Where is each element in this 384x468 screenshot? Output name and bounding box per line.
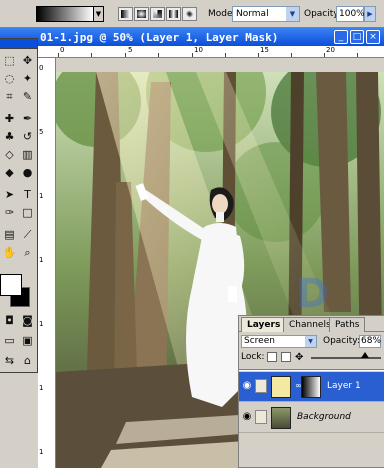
hand-icon[interactable]: ✋ xyxy=(2,245,17,260)
mode-value: Normal xyxy=(236,9,269,19)
layer-link-icon[interactable] xyxy=(255,410,267,424)
history-brush-icon[interactable]: ↺ xyxy=(20,129,35,144)
minimize-button[interactable]: _ xyxy=(334,30,348,44)
magic-wand-icon[interactable]: ✦ xyxy=(20,71,35,86)
ruler-left: 0 5 1 1 1 1 1 xyxy=(38,58,56,468)
lock-row: Lock: ✥ xyxy=(241,352,383,366)
blend-mode-select[interactable]: Screen ▼ xyxy=(241,335,317,348)
slice-icon[interactable]: ✎ xyxy=(20,89,35,104)
eye-icon[interactable]: ◉ xyxy=(241,411,253,423)
lasso-icon[interactable]: ◌ xyxy=(2,71,17,86)
ruler-tick: 20 xyxy=(326,46,335,54)
document-title: 01-1.jpg @ 50% (Layer 1, Layer Mask) xyxy=(40,31,279,44)
toolbox-header xyxy=(0,39,37,49)
layer-name: Layer 1 xyxy=(327,381,361,391)
eraser-icon[interactable]: ◇ xyxy=(2,147,17,162)
rectangle-icon[interactable]: □ xyxy=(20,205,35,220)
standard-mode-icon[interactable]: ◘ xyxy=(2,313,17,328)
ruler-tick: 15 xyxy=(260,46,269,54)
layers-panel: Layers Channels Paths Screen ▼ Opacity: 6… xyxy=(238,315,384,468)
blend-mode-value: Screen xyxy=(244,336,275,346)
mode-select[interactable]: Normal ▼ xyxy=(232,6,300,22)
panel-tabs: Layers Channels Paths xyxy=(239,316,384,332)
full-screen-icon[interactable]: ▣ xyxy=(20,333,35,348)
chevron-down-icon[interactable]: ▼ xyxy=(94,6,104,22)
linear-gradient-button[interactable] xyxy=(118,7,133,21)
move-icon[interactable]: ✥ xyxy=(20,53,35,68)
document-title-bar[interactable]: 01-1.jpg @ 50% (Layer 1, Layer Mask) xyxy=(0,28,384,46)
marquee-icon[interactable]: ⬚ xyxy=(2,53,17,68)
ruler-tick: 5 xyxy=(39,128,44,136)
eye-icon[interactable]: ◉ xyxy=(241,380,253,392)
options-bar: ▼ Mode: Normal ▼ Opacity: 100% ▶ xyxy=(0,0,384,28)
layer-thumbnail xyxy=(271,407,291,429)
zoom-icon[interactable]: ⌕ xyxy=(20,245,35,260)
eyedropper-icon[interactable]: ⟋ xyxy=(20,227,35,242)
pen-icon[interactable]: ✑ xyxy=(2,205,17,220)
layer-opacity-label: Opacity: xyxy=(323,336,360,346)
layer-opacity-input[interactable]: 68% xyxy=(359,335,381,348)
lock-position-icon[interactable]: ✥ xyxy=(295,352,305,363)
ruler-tick: 0 xyxy=(39,64,44,72)
ruler-tick: 5 xyxy=(128,46,133,54)
slider-thumb[interactable] xyxy=(361,352,369,358)
ruler-tick: 10 xyxy=(194,46,203,54)
divider xyxy=(239,369,384,371)
healing-brush-icon[interactable]: ✚ xyxy=(2,111,17,126)
fill-slider-track[interactable] xyxy=(311,357,381,359)
clone-stamp-icon[interactable]: ♣ xyxy=(2,129,17,144)
ruler-top: 0 5 10 15 20 xyxy=(38,46,384,58)
radial-gradient-button[interactable] xyxy=(134,7,149,21)
brush-icon[interactable]: ✒ xyxy=(20,111,35,126)
screen-mode-icon[interactable]: ▭ xyxy=(2,333,17,348)
ruler-tick: 1 xyxy=(39,256,44,264)
layer-mask-thumbnail[interactable] xyxy=(301,376,321,398)
ruler-tick: 1 xyxy=(39,192,44,200)
svg-text:D: D xyxy=(296,271,329,317)
imageready-icon[interactable]: ⌂ xyxy=(20,353,35,368)
opacity-input[interactable]: 100% xyxy=(336,6,365,22)
ruler-tick: 1 xyxy=(39,448,44,456)
path-selection-icon[interactable]: ➤ xyxy=(2,187,17,202)
layer-name: Background xyxy=(297,412,351,422)
tab-paths[interactable]: Paths xyxy=(329,317,366,332)
gradient-picker[interactable] xyxy=(36,6,94,22)
chevron-down-icon: ▼ xyxy=(286,7,299,21)
chevron-right-icon[interactable]: ▶ xyxy=(364,6,376,22)
reflected-gradient-button[interactable] xyxy=(166,7,181,21)
toolbox: ⬚ ✥ ◌ ✦ ⌗ ✎ ✚ ✒ ♣ ↺ ◇ ▥ ◆ ● ➤ T ✑ □ ▤ ⟋ … xyxy=(0,38,38,373)
layer-row[interactable]: ◉ ∞ Layer 1 xyxy=(239,372,384,402)
type-icon[interactable]: T xyxy=(20,187,35,202)
diamond-gradient-button[interactable] xyxy=(182,7,197,21)
ruler-tick: 0 xyxy=(60,46,65,54)
jump-to-icon[interactable]: ⇆ xyxy=(2,353,17,368)
quick-mask-icon[interactable]: ◙ xyxy=(20,313,35,328)
dodge-icon[interactable]: ● xyxy=(20,165,35,180)
chevron-down-icon: ▼ xyxy=(305,336,316,347)
foreground-color-swatch[interactable] xyxy=(0,274,22,296)
lock-label: Lock: xyxy=(241,352,265,362)
layer-row[interactable]: ◉ Background xyxy=(239,403,384,433)
crop-icon[interactable]: ⌗ xyxy=(2,89,17,104)
angle-gradient-button[interactable] xyxy=(150,7,165,21)
lock-pixels-icon[interactable] xyxy=(281,352,291,362)
layer-thumbnail xyxy=(271,376,291,398)
maximize-button[interactable]: □ xyxy=(350,30,364,44)
tab-layers[interactable]: Layers xyxy=(241,317,287,332)
layer-link-icon[interactable] xyxy=(255,379,267,393)
gradient-icon[interactable]: ▥ xyxy=(20,147,35,162)
ruler-tick: 1 xyxy=(39,384,44,392)
blur-icon[interactable]: ◆ xyxy=(2,165,17,180)
chain-icon: ∞ xyxy=(295,381,302,390)
ruler-tick: 1 xyxy=(39,320,44,328)
lock-transparency-icon[interactable] xyxy=(267,352,277,362)
notes-icon[interactable]: ▤ xyxy=(2,227,17,242)
close-button[interactable]: × xyxy=(366,30,380,44)
